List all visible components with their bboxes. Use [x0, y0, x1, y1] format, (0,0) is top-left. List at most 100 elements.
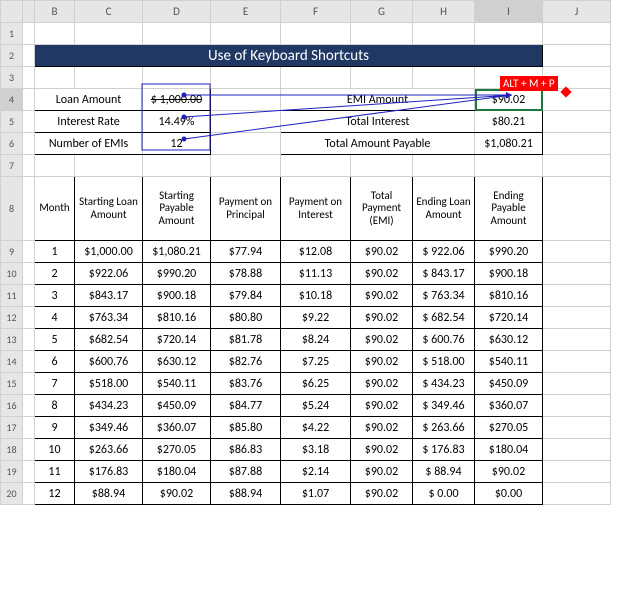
col-header-B[interactable]: B: [35, 1, 75, 23]
table-cell[interactable]: $450.09: [143, 395, 211, 417]
table-cell[interactable]: $ 349.46: [413, 395, 475, 417]
col-header-E[interactable]: E: [211, 1, 281, 23]
table-cell[interactable]: $518.00: [75, 373, 143, 395]
table-cell[interactable]: $990.20: [143, 263, 211, 285]
table-cell[interactable]: $79.84: [211, 285, 281, 307]
table-cell[interactable]: $ 176.83: [413, 439, 475, 461]
table-cell[interactable]: $0.00: [475, 483, 543, 505]
table-cell[interactable]: $1.07: [281, 483, 351, 505]
table-cell[interactable]: 9: [35, 417, 75, 439]
row-header-7[interactable]: 7: [1, 155, 23, 177]
col-header-I[interactable]: I: [475, 1, 543, 23]
table-cell[interactable]: $990.20: [475, 241, 543, 263]
col-header-J[interactable]: J: [543, 1, 611, 23]
table-cell[interactable]: $83.76: [211, 373, 281, 395]
table-cell[interactable]: $1,000.00: [75, 241, 143, 263]
col-header-C[interactable]: C: [75, 1, 143, 23]
table-cell[interactable]: $630.12: [143, 351, 211, 373]
table-cell[interactable]: $630.12: [475, 329, 543, 351]
col-header-F[interactable]: F: [281, 1, 351, 23]
table-cell[interactable]: $720.14: [143, 329, 211, 351]
table-cell[interactable]: $360.07: [143, 417, 211, 439]
table-cell[interactable]: 10: [35, 439, 75, 461]
table-cell[interactable]: $ 88.94: [413, 461, 475, 483]
row-header-13[interactable]: 13: [1, 329, 23, 351]
table-cell[interactable]: $ 682.54: [413, 307, 475, 329]
row-header-12[interactable]: 12: [1, 307, 23, 329]
row-header-20[interactable]: 20: [1, 483, 23, 505]
table-cell[interactable]: $87.88: [211, 461, 281, 483]
table-cell[interactable]: 7: [35, 373, 75, 395]
table-cell[interactable]: $90.02: [351, 329, 413, 351]
table-cell[interactable]: $90.02: [351, 351, 413, 373]
table-cell[interactable]: $180.04: [143, 461, 211, 483]
table-cell[interactable]: $90.02: [351, 285, 413, 307]
table-cell[interactable]: $450.09: [475, 373, 543, 395]
table-cell[interactable]: $6.25: [281, 373, 351, 395]
table-cell[interactable]: 3: [35, 285, 75, 307]
table-cell[interactable]: $80.80: [211, 307, 281, 329]
table-cell[interactable]: $434.23: [75, 395, 143, 417]
interest-rate-value[interactable]: 14.49%: [143, 111, 211, 133]
table-cell[interactable]: $90.02: [351, 483, 413, 505]
table-cell[interactable]: $600.76: [75, 351, 143, 373]
table-cell[interactable]: $4.22: [281, 417, 351, 439]
table-cell[interactable]: $81.78: [211, 329, 281, 351]
row-header-18[interactable]: 18: [1, 439, 23, 461]
row-header-4[interactable]: 4: [1, 89, 23, 111]
table-cell[interactable]: $8.24: [281, 329, 351, 351]
col-header-G[interactable]: G: [351, 1, 413, 23]
table-cell[interactable]: 2: [35, 263, 75, 285]
row-header-15[interactable]: 15: [1, 373, 23, 395]
emi-amount-value[interactable]: $90.02: [475, 89, 543, 111]
table-cell[interactable]: $10.18: [281, 285, 351, 307]
table-cell[interactable]: $5.24: [281, 395, 351, 417]
table-cell[interactable]: $540.11: [475, 351, 543, 373]
table-cell[interactable]: $720.14: [475, 307, 543, 329]
table-cell[interactable]: 4: [35, 307, 75, 329]
table-cell[interactable]: $ 600.76: [413, 329, 475, 351]
table-cell[interactable]: 8: [35, 395, 75, 417]
table-cell[interactable]: $ 518.00: [413, 351, 475, 373]
table-cell[interactable]: $11.13: [281, 263, 351, 285]
table-cell[interactable]: $86.83: [211, 439, 281, 461]
total-interest-value[interactable]: $80.21: [475, 111, 543, 133]
row-header-1[interactable]: 1: [1, 23, 23, 45]
table-cell[interactable]: $810.16: [475, 285, 543, 307]
table-cell[interactable]: $180.04: [475, 439, 543, 461]
table-cell[interactable]: $682.54: [75, 329, 143, 351]
table-cell[interactable]: $810.16: [143, 307, 211, 329]
table-cell[interactable]: $900.18: [475, 263, 543, 285]
table-cell[interactable]: $900.18: [143, 285, 211, 307]
table-cell[interactable]: $90.02: [351, 461, 413, 483]
table-cell[interactable]: $843.17: [75, 285, 143, 307]
table-cell[interactable]: 6: [35, 351, 75, 373]
row-header-2[interactable]: 2: [1, 45, 23, 67]
row-header-10[interactable]: 10: [1, 263, 23, 285]
table-cell[interactable]: $922.06: [75, 263, 143, 285]
col-header-D[interactable]: D: [143, 1, 211, 23]
row-header-5[interactable]: 5: [1, 111, 23, 133]
row-header-8[interactable]: 8: [1, 177, 23, 241]
table-cell[interactable]: 5: [35, 329, 75, 351]
table-cell[interactable]: $90.02: [351, 395, 413, 417]
table-cell[interactable]: $78.88: [211, 263, 281, 285]
table-cell[interactable]: $84.77: [211, 395, 281, 417]
table-cell[interactable]: 11: [35, 461, 75, 483]
table-cell[interactable]: $90.02: [351, 307, 413, 329]
table-cell[interactable]: $270.05: [143, 439, 211, 461]
table-cell[interactable]: $349.46: [75, 417, 143, 439]
table-cell[interactable]: $1,080.21: [143, 241, 211, 263]
table-cell[interactable]: 1: [35, 241, 75, 263]
table-cell[interactable]: $ 0.00: [413, 483, 475, 505]
table-cell[interactable]: $176.83: [75, 461, 143, 483]
table-cell[interactable]: $77.94: [211, 241, 281, 263]
row-header-14[interactable]: 14: [1, 351, 23, 373]
table-cell[interactable]: $ 843.17: [413, 263, 475, 285]
table-cell[interactable]: $82.76: [211, 351, 281, 373]
row-header-9[interactable]: 9: [1, 241, 23, 263]
table-cell[interactable]: $90.02: [351, 263, 413, 285]
row-header-3[interactable]: 3: [1, 67, 23, 89]
loan-amount-value[interactable]: $ 1,000.00: [143, 89, 211, 111]
table-cell[interactable]: $90.02: [143, 483, 211, 505]
